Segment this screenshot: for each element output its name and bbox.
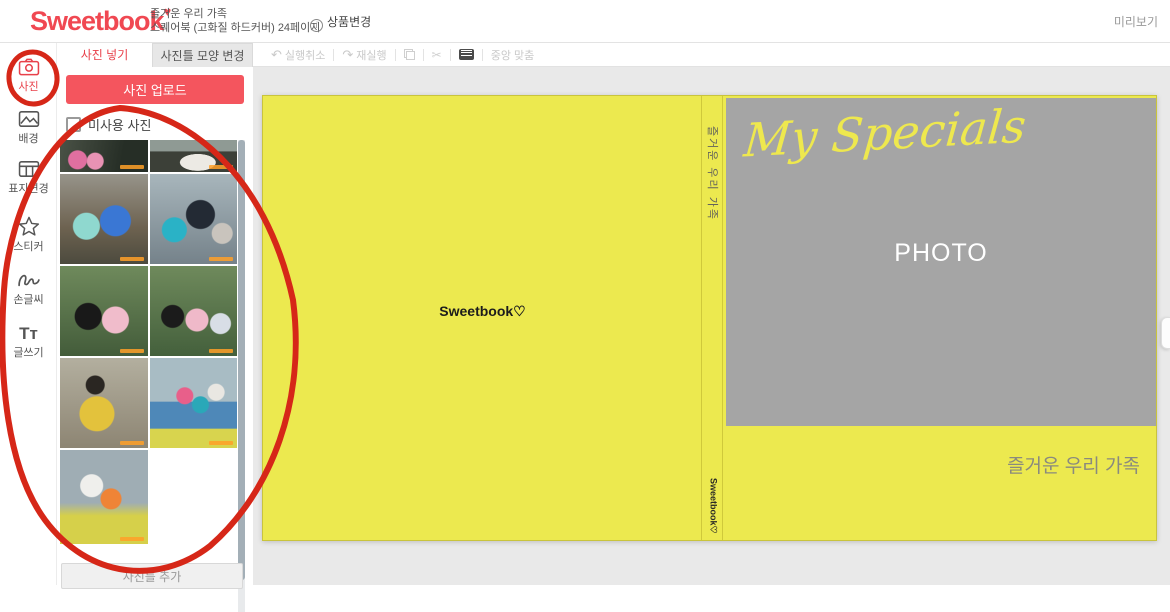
photo-thumbnail[interactable]: [60, 450, 148, 544]
sidebar-item-label: 스티커: [0, 238, 57, 254]
photo-thumbnail[interactable]: [60, 266, 148, 356]
photo-panel: 사진 업로드 미사용 사진 사진틀 추가: [57, 67, 253, 585]
logo-text: Sweetbook: [30, 6, 164, 36]
cut-button[interactable]: ✂: [424, 48, 450, 62]
upload-photo-button[interactable]: 사진 업로드: [66, 75, 244, 104]
spine-title[interactable]: 즐거운 우리 가족: [702, 126, 724, 346]
redo-icon: ↷: [342, 47, 353, 63]
product-spec: 스퀘어북 (고화질 하드커버) 24페이지: [150, 21, 320, 35]
redo-button[interactable]: ↷ 재실행: [334, 47, 394, 63]
text-icon: Tт: [0, 324, 57, 344]
copy-button[interactable]: [396, 49, 423, 60]
front-cover-title[interactable]: My Specials: [742, 98, 1028, 167]
sidebar-item-cover-change[interactable]: 표지변경: [0, 160, 57, 208]
cover-photo-placeholder[interactable]: My Specials PHOTO: [726, 98, 1156, 426]
photo-thumbnail[interactable]: [150, 140, 238, 172]
collapse-panel-handle[interactable]: [1161, 317, 1170, 349]
scrollbar-thumb[interactable]: [238, 140, 245, 580]
sidebar-item-label: 손글씨: [0, 291, 57, 307]
panel-tabs: 사진 넣기 사진틀 모양 변경: [57, 43, 253, 67]
photo-thumbnail[interactable]: [60, 358, 148, 448]
change-product-label: 상품변경: [327, 15, 371, 29]
sidebar-icon-rail: 사진 배경 표지변경 스티커 손글씨 Tт 글쓰기: [0, 43, 57, 585]
center-align-button[interactable]: 중앙 맞춤: [483, 47, 543, 63]
photo-thumbnail[interactable]: [150, 358, 238, 448]
unused-photos-checkbox[interactable]: [66, 117, 81, 132]
photo-thumbnail[interactable]: [60, 174, 148, 264]
back-cover-logo: Sweetbook♡: [263, 303, 702, 320]
camera-icon: [18, 58, 40, 76]
undo-icon: ↶: [271, 47, 282, 63]
photo-list-scrollbar: [238, 140, 245, 612]
sidebar-item-write-text[interactable]: Tт 글쓰기: [0, 324, 57, 372]
handwriting-icon: [17, 271, 41, 289]
copy-icon: [404, 49, 415, 60]
canvas-workspace: Sweetbook♡ 즐거운 우리 가족 Sweetbook♡ My Speci…: [253, 67, 1170, 585]
photo-placeholder-label: PHOTO: [894, 239, 987, 268]
spine-logo: Sweetbook♡: [702, 478, 724, 536]
front-cover-subtitle[interactable]: 즐거운 우리 가족: [1007, 451, 1140, 478]
app-header: Sweetbook♥ 즐거운 우리 가족 스퀘어북 (고화질 하드커버) 24페…: [0, 0, 1170, 43]
redo-label: 재실행: [356, 47, 386, 63]
sidebar-item-label: 사진: [0, 78, 57, 94]
sidebar-item-label: 배경: [0, 130, 57, 146]
photo-thumbnail-list: [60, 140, 237, 546]
product-info: 즐거운 우리 가족 스퀘어북 (고화질 하드커버) 24페이지: [150, 7, 320, 35]
empty-thumbnail-slot: [150, 450, 238, 544]
preview-button[interactable]: 미리보기: [1114, 13, 1158, 30]
photo-thumbnail[interactable]: [150, 266, 238, 356]
unused-photos-label: 미사용 사진: [88, 115, 151, 134]
sticker-star-icon: [18, 216, 40, 236]
sidebar-item-photo[interactable]: 사진: [0, 58, 57, 106]
book-cover-page[interactable]: Sweetbook♡ 즐거운 우리 가족 Sweetbook♡ My Speci…: [262, 95, 1157, 541]
book-spine: 즐거운 우리 가족 Sweetbook♡: [701, 96, 723, 540]
undo-button[interactable]: ↶ 실행취소: [263, 47, 333, 63]
photo-thumbnail[interactable]: [60, 140, 148, 172]
sidebar-item-handwriting[interactable]: 손글씨: [0, 271, 57, 319]
change-product-button[interactable]: i 상품변경: [310, 13, 371, 32]
background-icon: [18, 110, 40, 128]
tab-insert-photo[interactable]: 사진 넣기: [57, 43, 152, 67]
project-title: 즐거운 우리 가족: [150, 7, 320, 21]
sidebar-item-label: 표지변경: [0, 180, 57, 196]
unused-photos-row: 미사용 사진: [66, 116, 151, 132]
tab-change-frame-shape[interactable]: 사진틀 모양 변경: [152, 43, 253, 67]
undo-label: 실행취소: [285, 47, 325, 63]
editor-toolbar: ↶ 실행취소 ↷ 재실행 ✂ 중앙 맞춤: [253, 43, 1170, 67]
info-icon: i: [310, 19, 323, 32]
textbox-icon: [459, 49, 474, 60]
add-photo-frame-button[interactable]: 사진틀 추가: [61, 563, 243, 589]
textbox-button[interactable]: [451, 49, 482, 60]
sidebar-item-label: 글쓰기: [0, 344, 57, 360]
photo-thumbnail[interactable]: [150, 174, 238, 264]
sidebar-item-background[interactable]: 배경: [0, 110, 57, 158]
scissors-icon: ✂: [432, 48, 442, 62]
cover-change-icon: [18, 160, 40, 178]
sidebar-item-sticker[interactable]: 스티커: [0, 216, 57, 264]
center-align-label: 중앙 맞춤: [491, 47, 535, 63]
